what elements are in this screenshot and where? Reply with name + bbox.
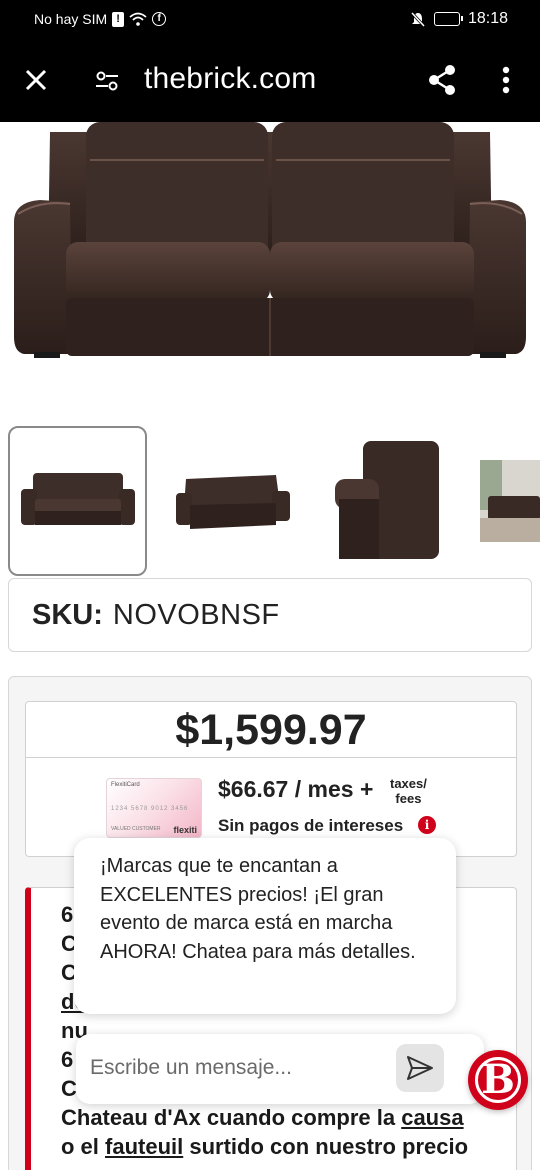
promo-text-span: o el [61,1134,106,1159]
share-icon [429,65,455,95]
sofa-image [14,122,526,358]
status-bar: No hay SIM ! f 18:18 [0,0,540,40]
facebook-icon: f [152,12,167,26]
brick-logo-icon: B [475,1057,521,1103]
product-price: $1,599.97 [26,702,516,758]
sku-value: NOVOBNSF [112,598,280,631]
fees-line: fees [395,791,422,806]
close-icon [25,69,47,91]
thumbnail-1[interactable] [8,426,147,576]
monthly-payment: $66.67 / mes + [218,776,374,802]
thumbnail-sofa-angle [176,475,290,529]
card-brand-text: flexiti [173,825,197,835]
url-text[interactable]: thebrick.com [144,62,316,96]
wifi-icon [129,12,147,26]
clock: 18:18 [467,10,508,27]
send-button[interactable] [396,1044,444,1092]
card-number-text: 1234 5678 9012 3456 [111,806,189,812]
card-name-text: VALUED CUSTOMER [111,826,161,832]
price-box: $1,599.97 FlexitiCard 1234 5678 9012 345… [25,701,517,857]
promo-text-span: surtido con nuestro precio [183,1134,469,1159]
promo-line: o el fauteuil surtido con nuestro precio [61,1132,491,1161]
card-top-text: FlexitiCard [111,782,140,788]
thumbnail-2[interactable] [162,426,302,576]
fauteuil-link[interactable]: fauteuil [105,1134,183,1159]
promo-line: Chateau d'Ax cuando compre la causa [61,1103,491,1132]
thumbnail-sofa-front [20,473,135,525]
product-image[interactable] [0,122,540,412]
send-icon [407,1056,433,1080]
thumbnail-strip [0,426,540,578]
chat-greeting-bubble[interactable]: ¡Marcas que te encantan a EXCELENTES pre… [74,838,456,1014]
taxes-fees-note: taxes/ fees [390,776,427,806]
thumbnail-sofa-side [335,441,439,559]
promo-text-span: Chateau d'Ax cuando compre la [61,1105,402,1130]
thumbnail-3[interactable] [322,426,452,576]
thumbnail-4[interactable] [474,426,540,576]
causa-link[interactable]: causa [401,1105,463,1130]
more-options-button[interactable] [486,60,526,100]
mute-icon [410,11,426,27]
taxes-line: taxes/ [390,776,427,791]
browser-toolbar: thebrick.com [0,40,540,122]
share-button[interactable] [422,60,462,100]
sku-label: SKU: [32,598,103,631]
status-right: 18:18 [410,10,508,28]
site-settings-button[interactable] [92,68,122,94]
flexiti-card-image: FlexitiCard 1234 5678 9012 3456 VALUED C… [106,778,202,838]
close-button[interactable] [16,60,56,100]
chat-launcher-button[interactable]: B [468,1050,528,1110]
carrier-text: No hay SIM [34,11,108,27]
chat-message-input[interactable] [90,1048,390,1088]
chat-greeting-text: ¡Marcas que te encantan a EXCELENTES pre… [100,855,416,963]
sku-card: SKU: NOVOBNSF [8,578,532,652]
more-vert-icon [502,66,510,94]
sim-alert-icon: ! [112,11,125,27]
site-settings-icon [96,71,118,91]
info-icon[interactable]: i [418,816,436,834]
status-left: No hay SIM ! f [34,11,167,27]
battery-icon [433,12,463,26]
no-interest-text: Sin pagos de intereses [218,816,404,835]
thumbnail-sofa-room [480,460,540,542]
chat-input-container [76,1034,484,1104]
